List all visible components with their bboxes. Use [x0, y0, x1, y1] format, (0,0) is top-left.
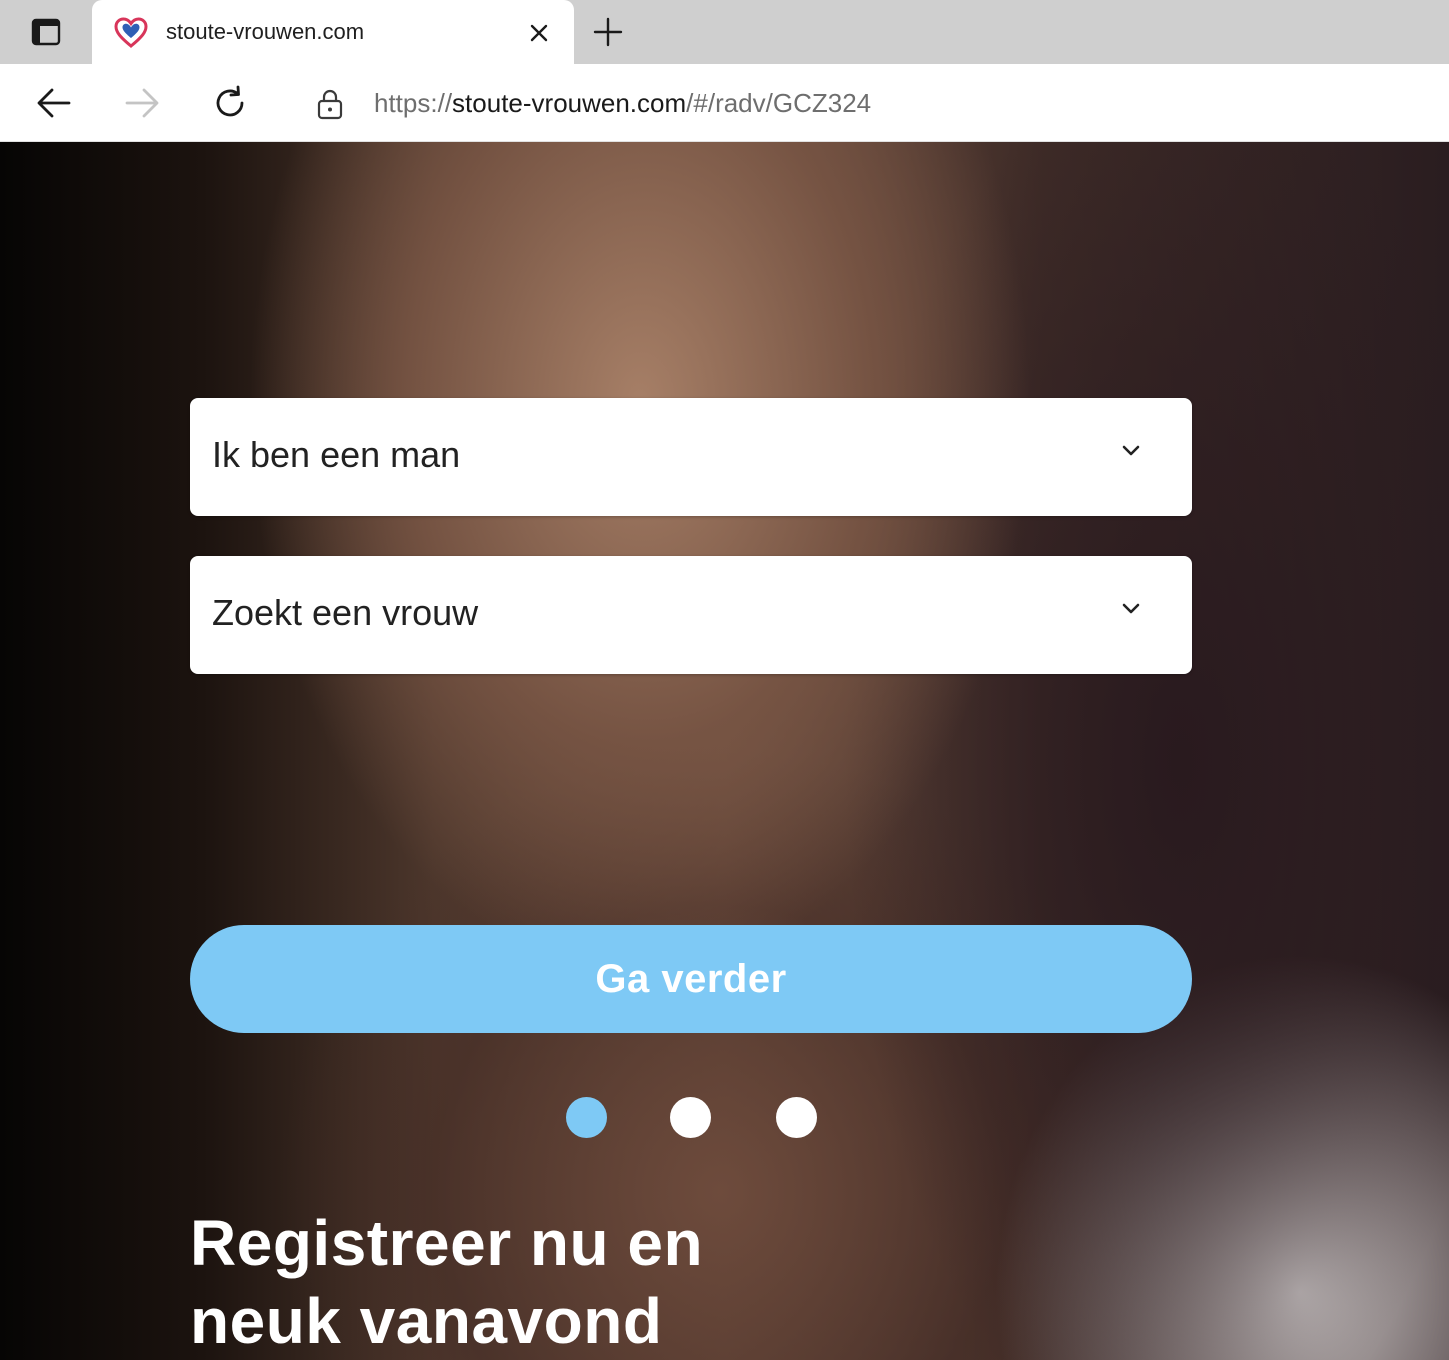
address-bar[interactable]: https://stoute-vrouwen.com/#/radv/GCZ324 — [286, 72, 1449, 134]
gender-select-value: Ik ben een man — [212, 434, 461, 475]
arrow-right-icon[interactable] — [118, 79, 166, 127]
continue-button-label: Ga verder — [595, 956, 787, 1001]
plus-icon[interactable] — [590, 14, 626, 50]
heart-icon — [114, 17, 148, 49]
arrow-left-icon[interactable] — [30, 79, 78, 127]
carousel-dots — [566, 1097, 826, 1139]
page-headline: Registreer nu en neuk vanavond — [190, 1204, 1090, 1360]
carousel-dot-1[interactable] — [566, 1097, 607, 1138]
url-text[interactable]: https://stoute-vrouwen.com/#/radv/GCZ324 — [374, 87, 871, 119]
browser-tab[interactable]: stoute-vrouwen.com — [92, 0, 574, 66]
seeking-select[interactable]: Zoekt een vrouw — [190, 556, 1192, 674]
page-viewport: Ik ben een man Zoekt een vrouw Ga verder… — [0, 142, 1449, 1360]
carousel-dot-2[interactable] — [670, 1097, 711, 1138]
close-icon[interactable] — [524, 18, 554, 48]
headline-line-2: neuk vanavond — [190, 1285, 663, 1357]
chevron-down-icon — [1118, 596, 1144, 622]
lock-icon[interactable] — [316, 88, 344, 120]
tab-strip: stoute-vrouwen.com — [0, 0, 1449, 66]
carousel-dot-3[interactable] — [776, 1097, 817, 1138]
gender-select[interactable]: Ik ben een man — [190, 398, 1192, 516]
tab-title: stoute-vrouwen.com — [166, 19, 365, 44]
reload-icon[interactable] — [206, 79, 254, 127]
url-host: stoute-vrouwen.com — [452, 88, 687, 118]
tab-actions-icon[interactable] — [18, 12, 74, 52]
headline-line-1: Registreer nu en — [190, 1207, 704, 1279]
url-path: /#/radv/GCZ324 — [686, 88, 872, 118]
chevron-down-icon — [1118, 438, 1144, 464]
seeking-select-value: Zoekt een vrouw — [212, 592, 479, 633]
continue-button[interactable]: Ga verder — [190, 925, 1192, 1033]
browser-toolbar: https://stoute-vrouwen.com/#/radv/GCZ324 — [0, 64, 1449, 142]
url-scheme: https:// — [374, 88, 453, 118]
